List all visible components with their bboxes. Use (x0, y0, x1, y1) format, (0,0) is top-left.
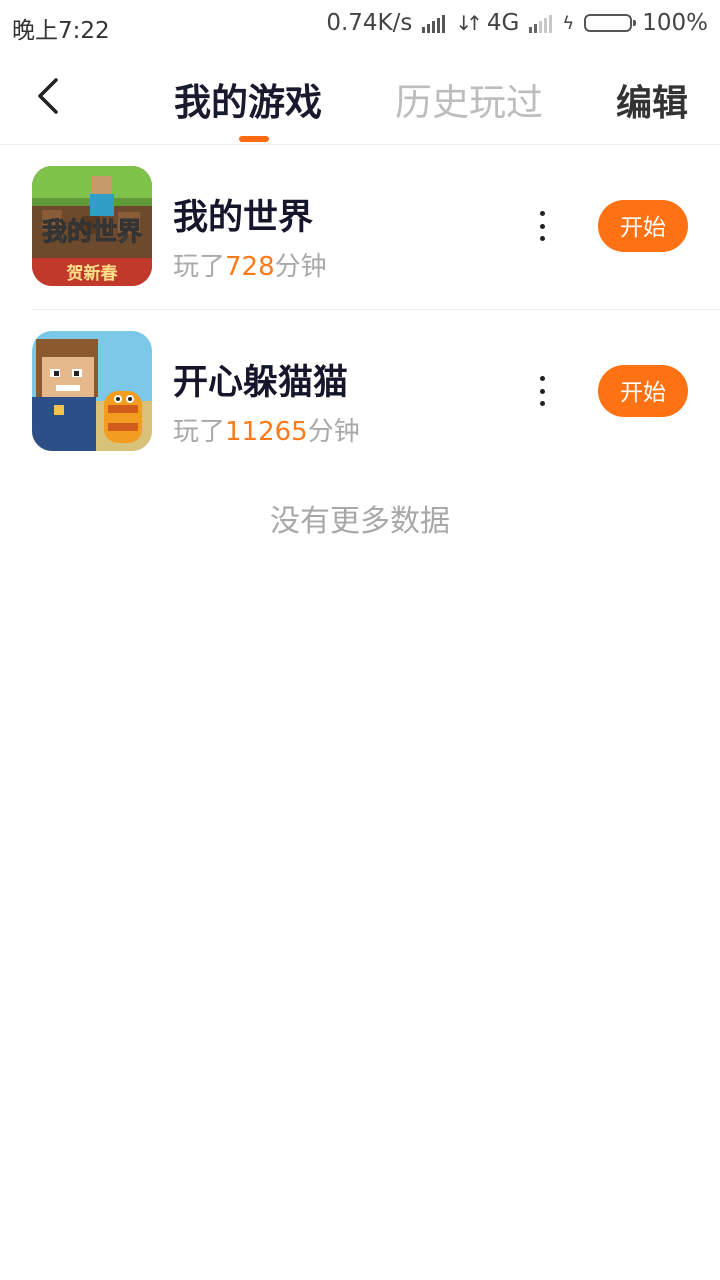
header: 我的游戏 历史玩过 编辑 (0, 50, 720, 145)
game-title[interactable]: 我的世界 (173, 189, 313, 240)
edit-button[interactable]: 编辑 (616, 74, 688, 126)
tab-my-games[interactable]: 我的游戏 (174, 72, 322, 126)
minecraft-game-icon[interactable]: 我的世界 贺新春 (32, 166, 152, 286)
more-options-icon[interactable] (532, 376, 552, 406)
signal-secondary-icon (529, 13, 553, 33)
start-button[interactable]: 开始 (598, 200, 688, 252)
more-options-icon[interactable] (532, 211, 552, 241)
game-list: 我的世界 贺新春 我的世界 玩了728分钟 开始 开心躲猫猫 玩了11265分钟… (0, 145, 720, 474)
status-time: 晚上7:22 (12, 18, 110, 44)
game-title[interactable]: 开心躲猫猫 (173, 354, 348, 405)
status-bar: 晚上7:22 0.74K/s ↓↑ 4G ϟ 100% (0, 0, 720, 50)
tab-indicator (239, 136, 269, 142)
charging-icon: ϟ (562, 12, 575, 34)
list-item[interactable]: 开心躲猫猫 玩了11265分钟 开始 (32, 310, 720, 474)
list-item[interactable]: 我的世界 贺新春 我的世界 玩了728分钟 开始 (32, 145, 720, 310)
play-time-minutes: 11265 (225, 417, 308, 447)
network-speed: 0.74K/s (326, 10, 413, 36)
status-right: 0.74K/s ↓↑ 4G ϟ 100% (326, 10, 708, 36)
play-time-prefix: 玩了 (173, 252, 226, 282)
play-time-suffix: 分钟 (307, 417, 360, 447)
network-type: 4G (486, 10, 520, 36)
battery-percent: 100% (642, 10, 708, 36)
minecraft-icon-banner: 贺新春 (66, 263, 118, 283)
tab-history[interactable]: 历史玩过 (395, 72, 543, 126)
play-time: 玩了728分钟 (173, 246, 327, 283)
signal-icon (422, 13, 446, 33)
hide-and-seek-game-icon[interactable] (32, 331, 152, 451)
play-time-minutes: 728 (225, 252, 275, 282)
data-transfer-icon: ↓↑ (455, 11, 482, 35)
start-button[interactable]: 开始 (598, 365, 688, 417)
no-more-data-text: 没有更多数据 (270, 504, 450, 539)
play-time-suffix: 分钟 (274, 252, 327, 282)
play-time: 玩了11265分钟 (173, 411, 360, 448)
play-time-prefix: 玩了 (173, 417, 226, 447)
minecraft-icon-text: 我的世界 (42, 217, 142, 246)
battery-icon (584, 14, 637, 32)
back-arrow-icon[interactable] (30, 76, 70, 116)
